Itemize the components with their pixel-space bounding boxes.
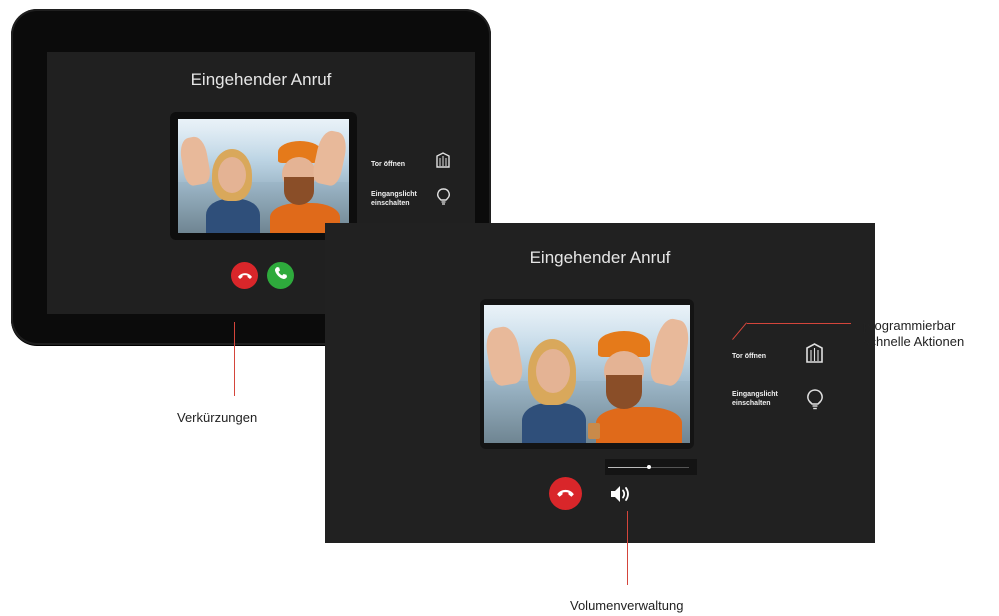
volume-fill [608, 467, 649, 468]
action-label-entrance-light[interactable]: Eingangslicht einschalten [732, 390, 798, 408]
gate-icon[interactable] [806, 343, 823, 368]
lightbulb-icon[interactable] [807, 389, 823, 415]
phone-hangup-icon [556, 485, 575, 503]
incoming-call-title: Eingehender Anruf [190, 70, 332, 89]
callout-line-volume [627, 511, 628, 585]
video-preview-frame [170, 112, 357, 240]
callout-line-shortcuts [234, 322, 235, 396]
callout-volume: Volumenverwaltung [570, 598, 684, 613]
callout-quick-actions-line1: programmierbar [863, 318, 956, 333]
phone-hangup-icon [237, 267, 253, 285]
action-label-entrance-light[interactable]: Eingangslicht einschalten [371, 190, 441, 208]
action-label-open-gate[interactable]: Tor öffnen [371, 160, 405, 169]
callout-shortcuts: Verkürzungen [177, 410, 258, 425]
callout-quick-actions-line2: schnelle Aktionen [863, 334, 965, 349]
speaker-icon[interactable] [609, 484, 631, 509]
callout-line-quick-actions [747, 323, 851, 324]
lightbulb-icon[interactable] [437, 188, 450, 210]
decline-call-button[interactable] [231, 262, 258, 289]
camera-video-feed [178, 119, 349, 233]
video-preview-frame [480, 299, 694, 449]
gate-icon[interactable] [436, 152, 450, 173]
decline-call-button[interactable] [549, 477, 582, 510]
camera-video-feed [484, 305, 690, 443]
volume-handle[interactable] [647, 465, 651, 469]
phone-icon [274, 266, 288, 285]
accept-call-button[interactable] [267, 262, 294, 289]
intercom-screen: Eingehender Anruf Tor öffnen Eingangslic… [325, 223, 875, 543]
action-label-open-gate[interactable]: Tor öffnen [732, 352, 766, 361]
volume-slider[interactable] [605, 459, 697, 475]
incoming-call-title: Eingehender Anruf [529, 248, 671, 267]
